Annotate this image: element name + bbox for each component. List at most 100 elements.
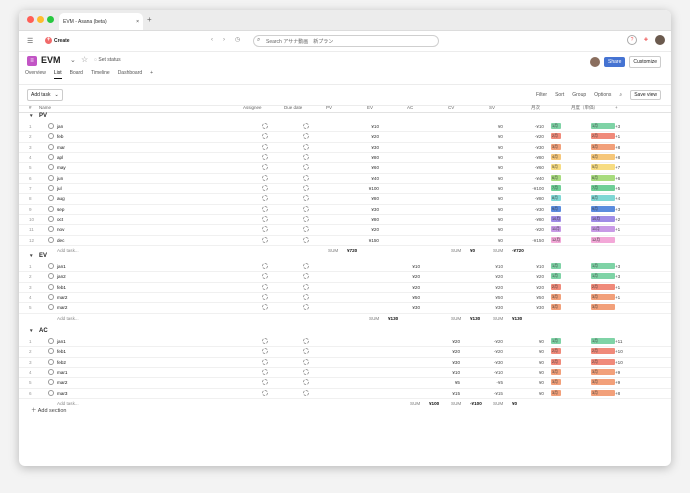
complete-checkbox[interactable] (48, 358, 54, 365)
table-row[interactable]: 6 mar3 ¥15 -¥15 ¥0 3月 3月 +8 (19, 389, 671, 400)
filter-button[interactable]: Filter (536, 92, 547, 98)
complete-checkbox[interactable] (48, 273, 54, 280)
add-task-button[interactable]: Add task ⌄ (27, 89, 63, 101)
tab-board[interactable]: Board (70, 70, 83, 79)
assignee-icon[interactable] (262, 369, 268, 376)
complete-checkbox[interactable] (48, 154, 54, 161)
complete-checkbox[interactable] (48, 294, 54, 301)
assignee-header[interactable]: Assignee (243, 105, 262, 110)
assignee-icon[interactable] (262, 143, 268, 150)
table-row[interactable]: 3 mar ¥30 ¥0 -¥30 3月 3月 +8 (19, 143, 671, 154)
section-header[interactable]: ▾ EV (19, 251, 671, 262)
complete-checkbox[interactable] (48, 123, 54, 129)
assignee-icon[interactable] (262, 304, 268, 311)
assignee-icon[interactable] (262, 236, 268, 243)
assignee-icon[interactable] (262, 133, 268, 140)
sort-button[interactable]: Sort (555, 92, 564, 98)
assignee-icon[interactable] (262, 263, 268, 269)
add-section-button[interactable]: ＋ Add section (31, 406, 66, 414)
calendar-icon[interactable] (303, 143, 309, 150)
assignee-icon[interactable] (262, 154, 268, 161)
complete-checkbox[interactable] (48, 185, 54, 192)
collapse-icon[interactable]: ▾ (30, 253, 33, 259)
tab-dashboard[interactable]: Dashboard (118, 70, 142, 79)
task-name[interactable]: nov (57, 227, 64, 232)
save-view-button[interactable]: Save view (630, 90, 661, 100)
assignee-icon[interactable] (262, 389, 268, 396)
assignee-icon[interactable] (262, 164, 268, 171)
chevron-down-icon[interactable]: ⌄ (70, 56, 76, 64)
table-row[interactable]: 9 sep ¥30 ¥0 -¥30 9月 9月 +3 (19, 205, 671, 216)
table-row[interactable]: 4 mar1 ¥10 -¥10 ¥0 3月 3月 +9 (19, 368, 671, 379)
star-icon[interactable]: ☆ (81, 55, 88, 64)
table-row[interactable]: 8 aug ¥80 ¥0 -¥80 8月 8月 +4 (19, 194, 671, 205)
tab-timeline[interactable]: Timeline (91, 70, 110, 79)
assignee-icon[interactable] (262, 348, 268, 355)
add-view-icon[interactable]: + (150, 70, 153, 79)
calendar-icon[interactable] (303, 389, 309, 396)
calendar-icon[interactable] (303, 154, 309, 161)
task-name[interactable]: feb1 (57, 285, 66, 290)
table-row[interactable]: 1 jan ¥10 ¥0 -¥10 1月 1月 +3 (19, 122, 671, 133)
complete-checkbox[interactable] (48, 348, 54, 355)
task-name[interactable]: jul (57, 186, 62, 191)
pv-header[interactable]: PV (326, 105, 332, 110)
task-name[interactable]: jan2 (57, 274, 66, 279)
calendar-icon[interactable] (303, 263, 309, 269)
calendar-icon[interactable] (303, 185, 309, 192)
table-row[interactable]: 2 jan2 ¥20 ¥20 ¥20 1月 1月 +3 (19, 272, 671, 283)
browser-tab[interactable]: EVM - Asana (beta) × (59, 13, 143, 30)
table-row[interactable]: 4 apl ¥80 ¥0 -¥80 4月 4月 +8 (19, 153, 671, 164)
table-row[interactable]: 2 feb ¥20 ¥0 -¥20 2月 2月 +1 (19, 132, 671, 143)
calendar-icon[interactable] (303, 294, 309, 301)
complete-checkbox[interactable] (48, 195, 54, 202)
complete-checkbox[interactable] (48, 379, 54, 386)
collapse-icon[interactable]: ▾ (30, 113, 33, 119)
complete-checkbox[interactable] (48, 369, 54, 376)
close-dot[interactable] (27, 16, 34, 23)
task-name[interactable]: mar2 (57, 295, 67, 300)
complete-checkbox[interactable] (48, 263, 54, 269)
task-name[interactable]: jan (57, 124, 63, 129)
search-input[interactable]: ⌕ Search アサナ動画 新プラン (253, 35, 439, 47)
options-button[interactable]: Options (594, 92, 611, 98)
complete-checkbox[interactable] (48, 133, 54, 140)
complete-checkbox[interactable] (48, 226, 54, 233)
assignee-icon[interactable] (262, 338, 268, 344)
customize-button[interactable]: Customize (629, 56, 661, 68)
chevron-down-icon[interactable]: ⌄ (54, 92, 58, 98)
calendar-icon[interactable] (303, 283, 309, 290)
add-column-icon[interactable]: + (615, 105, 618, 110)
help-icon[interactable]: ? (627, 35, 637, 45)
calendar-icon[interactable] (303, 164, 309, 171)
maximize-dot[interactable] (47, 16, 54, 23)
task-name[interactable]: oct (57, 217, 63, 222)
calendar-icon[interactable] (303, 358, 309, 365)
sv-header[interactable]: SV (489, 105, 495, 110)
task-name[interactable]: dec (57, 238, 64, 243)
assignee-icon[interactable] (262, 226, 268, 233)
table-row[interactable]: 3 feb2 ¥30 -¥30 ¥0 2月 2月 +10 (19, 358, 671, 369)
table-row[interactable]: 1 jan1 ¥20 -¥20 ¥0 1月 1月 +11 (19, 337, 671, 348)
table-row[interactable]: 12 dec ¥150 ¥0 -¥150 12月 12月 (19, 236, 671, 247)
complete-checkbox[interactable] (48, 338, 54, 344)
table-row[interactable]: 7 jul ¥100 ¥0 -¥100 7月 7月 +5 (19, 184, 671, 195)
section-header[interactable]: ▾ AC (19, 326, 671, 337)
member-avatar[interactable] (590, 57, 601, 67)
assignee-icon[interactable] (262, 174, 268, 181)
complete-checkbox[interactable] (48, 174, 54, 181)
assignee-icon[interactable] (262, 283, 268, 290)
assignee-icon[interactable] (262, 205, 268, 212)
table-row[interactable]: 2 feb1 ¥20 -¥20 ¥0 2月 2月 +10 (19, 347, 671, 358)
minimize-dot[interactable] (37, 16, 44, 23)
calendar-icon[interactable] (303, 195, 309, 202)
calendar-icon[interactable] (303, 123, 309, 129)
calendar-icon[interactable] (303, 236, 309, 243)
calendar-icon[interactable] (303, 348, 309, 355)
calendar-icon[interactable] (303, 226, 309, 233)
complete-checkbox[interactable] (48, 216, 54, 223)
table-row[interactable]: 3 feb1 ¥20 ¥20 ¥20 2月 2月 +1 (19, 283, 671, 294)
history-nav[interactable]: ‹›◷ (211, 36, 250, 43)
collapse-icon[interactable]: ▾ (30, 328, 33, 334)
complete-checkbox[interactable] (48, 164, 54, 171)
